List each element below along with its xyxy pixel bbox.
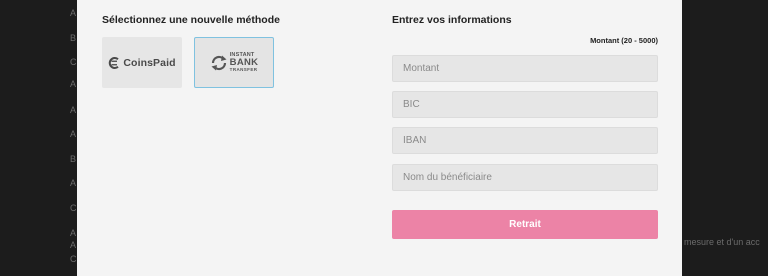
background-text: A	[70, 8, 77, 18]
background-text: A	[70, 105, 77, 115]
amount-input[interactable]	[392, 55, 658, 82]
background-text: A	[70, 129, 77, 139]
background-text: B	[70, 33, 77, 43]
coinspaid-logo: CoinsPaid	[108, 56, 176, 69]
background-text: A	[70, 228, 77, 238]
background-text: A	[70, 79, 77, 89]
refresh-arrows-icon	[211, 55, 227, 70]
method-card-instant-bank-transfer[interactable]: INSTANT BANK TRANSFER	[194, 37, 274, 88]
iban-input[interactable]	[392, 127, 658, 154]
instant-bank-transfer-logo: INSTANT BANK TRANSFER	[210, 52, 259, 73]
background-text: B	[70, 154, 77, 164]
background-text: mesure et d'un acc	[684, 237, 760, 247]
background-text: C	[70, 57, 77, 67]
instant-bank-transfer-label: INSTANT BANK TRANSFER	[229, 52, 259, 73]
amount-range-hint: Montant (20 - 5000)	[590, 36, 658, 45]
background-text: A	[70, 240, 77, 250]
coinspaid-icon	[109, 56, 120, 69]
bic-input[interactable]	[392, 91, 658, 118]
background-text: A	[70, 178, 77, 188]
method-card-coinspaid[interactable]: CoinsPaid	[102, 37, 182, 88]
coinspaid-label: CoinsPaid	[123, 56, 176, 69]
form-title: Entrez vos informations	[392, 14, 512, 26]
withdrawal-modal: Sélectionnez une nouvelle méthode CoinsP…	[77, 0, 682, 276]
background-text: C	[70, 254, 77, 264]
withdraw-button[interactable]: Retrait	[392, 210, 658, 239]
background-text: C	[70, 203, 77, 213]
ibt-line-3: TRANSFER	[229, 66, 258, 72]
beneficiary-name-input[interactable]	[392, 164, 658, 191]
methods-title: Sélectionnez une nouvelle méthode	[102, 14, 280, 26]
